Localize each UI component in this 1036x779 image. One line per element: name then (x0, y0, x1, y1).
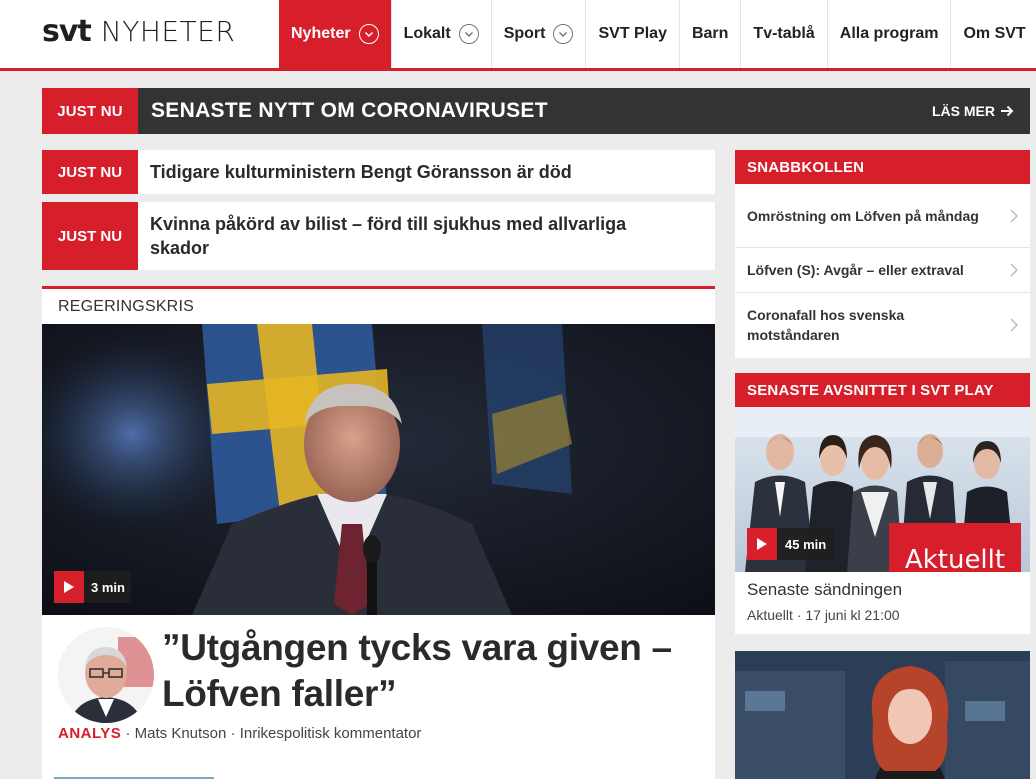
corona-banner[interactable]: JUST NU SENASTE NYTT OM CORONAVIRUSET LÄ… (42, 88, 1030, 134)
nav-label: Sport (503, 25, 546, 42)
chevron-down-icon[interactable] (458, 24, 479, 44)
svt-play-box: SENASTE AVSNITTET I SVT PLAY Aktuellt 45… (735, 373, 1030, 634)
snabbkollen-title: SNABBKOLLEN (735, 150, 1030, 184)
just-nu-item[interactable]: JUST NU Tidigare kulturministern Bengt G… (42, 150, 715, 194)
svt-play-title: SENASTE AVSNITTET I SVT PLAY (735, 373, 1030, 407)
snabbkollen-item-text: Omröstning om Löfven på måndag (747, 207, 979, 224)
byline-separator: · (226, 725, 240, 742)
banner-title: SENASTE NYTT OM CORONAVIRUSET (151, 99, 548, 122)
nav-label: Om SVT (963, 25, 1026, 42)
chevron-right-icon (1010, 318, 1018, 332)
play-icon[interactable] (54, 571, 84, 603)
logo-nyheter-text: NYHETER (100, 15, 236, 48)
nav-label: SVT Play (598, 25, 667, 42)
nav-item-lokalt[interactable]: Lokalt (392, 0, 492, 68)
article-kicker: REGERINGSKRIS (58, 298, 194, 315)
nav-item-om-svt[interactable]: Om SVT (951, 0, 1036, 68)
snabbkollen-item-text: Coronafall hos svenska motståndaren (747, 307, 905, 343)
byline-separator: · (121, 725, 135, 742)
snabbkollen-item[interactable]: Omröstning om Löfven på måndag (735, 184, 1030, 248)
just-nu-item[interactable]: JUST NU Kvinna påkörd av bilist – förd t… (42, 202, 715, 270)
svt-nyheter-logo[interactable]: svt NYHETER (42, 14, 235, 54)
svt-play-duration-badge[interactable]: 45 min (747, 528, 835, 560)
byline-author[interactable]: Mats Knutson (135, 725, 227, 742)
chevron-right-icon (1010, 208, 1018, 223)
side-promo-image[interactable] (735, 651, 1030, 779)
just-nu-tag: JUST NU (42, 202, 138, 270)
nav-label: Barn (691, 25, 729, 42)
snabbkollen-item[interactable]: Coronafall hos svenska motståndaren (735, 293, 1030, 357)
byline-type: ANALYS (58, 725, 122, 742)
snabbkollen-box: SNABBKOLLEN Omröstning om Löfven på månd… (735, 150, 1030, 358)
chevron-down-icon[interactable] (358, 24, 379, 44)
nav-item-sport[interactable]: Sport (492, 0, 587, 68)
header-divider (0, 68, 1036, 71)
news-anchor-photo (735, 651, 1030, 779)
svt-play-episode-meta: Aktuellt · 17 juni kl 21:00 (747, 607, 900, 623)
svt-play-episode-title[interactable]: Senaste sändningen (747, 580, 902, 600)
main-article-card: REGERINGSKRIS 3 min ”Utgången tycks vara… (42, 286, 715, 779)
site-header: svt NYHETER Nyheter Lokalt Sport SVT Pla… (0, 0, 1036, 68)
nav-label: Nyheter (291, 25, 351, 42)
article-byline: ANALYS · Mats Knutson · Inrikespolitisk … (58, 725, 421, 742)
nav-label: Tv-tablå (753, 25, 815, 42)
nav-label: Alla program (839, 25, 939, 42)
nav-item-barn[interactable]: Barn (680, 0, 742, 68)
just-nu-tag: JUST NU (42, 88, 138, 134)
chevron-right-icon (1010, 263, 1018, 277)
author-avatar (58, 627, 154, 723)
video-duration: 3 min (91, 579, 125, 595)
nav-label: Lokalt (403, 25, 451, 42)
arrow-right-icon (1001, 105, 1014, 117)
hero-photo (42, 324, 715, 615)
nav-item-nyheter[interactable]: Nyheter (279, 0, 392, 68)
nav-item-alla-program[interactable]: Alla program (828, 0, 952, 68)
hero-video-image[interactable]: 3 min (42, 324, 715, 615)
byline-role: Inrikespolitisk kommentator (239, 725, 422, 742)
play-icon[interactable] (747, 528, 777, 560)
snabbkollen-item[interactable]: Löfven (S): Avgår – eller extraval (735, 248, 1030, 293)
just-nu-tag: JUST NU (42, 150, 138, 194)
read-more-label: LÄS MER (932, 103, 995, 119)
read-more-link[interactable]: LÄS MER (932, 103, 1014, 119)
chevron-down-icon[interactable] (553, 24, 574, 44)
logo-svt-text: svt (42, 14, 92, 49)
snabbkollen-item-text: Löfven (S): Avgår – eller extraval (747, 262, 964, 278)
nav-item-svt-play[interactable]: SVT Play (586, 0, 680, 68)
nav-item-tv-tabla[interactable]: Tv-tablå (741, 0, 828, 68)
svt-play-duration: 45 min (785, 536, 827, 552)
aktuellt-logo: Aktuellt (889, 523, 1021, 572)
just-nu-text: Kvinna påkörd av bilist – förd till sjuk… (150, 214, 627, 258)
just-nu-text: Tidigare kulturministern Bengt Göransson… (150, 162, 572, 182)
article-headline[interactable]: ”Utgången tycks vara given – Löfven fall… (162, 625, 702, 717)
main-nav: Nyheter Lokalt Sport SVT Play Barn Tv-ta… (279, 0, 1036, 68)
video-duration-badge[interactable]: 3 min (54, 571, 131, 603)
